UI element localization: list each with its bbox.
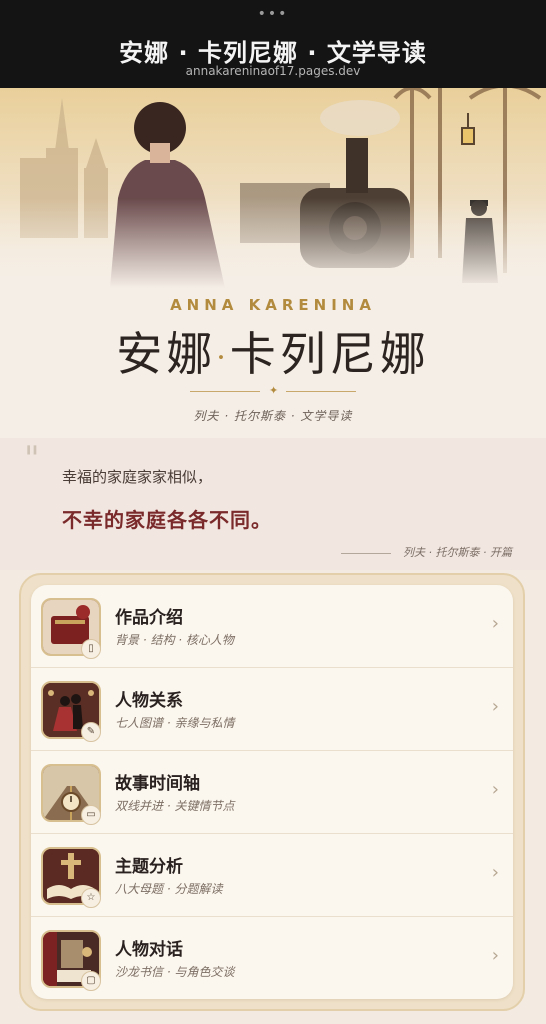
menu-badge-icon: ✎: [81, 722, 101, 742]
title-dot: ·: [216, 340, 230, 376]
menu-item-subtitle: 双线并进 · 关键情节点: [115, 799, 235, 813]
menu-badge-icon: ☆: [81, 888, 101, 908]
hero-illustration: [0, 88, 546, 288]
quote-line-1: 幸福的家庭家家相似，: [62, 468, 213, 486]
menu-item-title: 主题分析: [115, 857, 183, 877]
menu-badge-icon: ▢: [81, 971, 101, 991]
title-part1: 安娜: [116, 327, 217, 381]
page-url[interactable]: annakareninaof17.pages.dev: [0, 64, 546, 78]
star-icon: ✦: [269, 384, 279, 397]
quote-source: 列夫 · 托尔斯泰 · 开篇: [341, 544, 512, 560]
menu-item-timeline[interactable]: ▭ 故事时间轴 双线并进 · 关键情节点 ›: [31, 751, 513, 834]
menu-list: ▯ 作品介绍 背景 · 结构 · 核心人物 › ✎ 人物关系 七人图谱 · 亲缘…: [31, 585, 513, 999]
menu-item-dialogue[interactable]: ▢ 人物对话 沙龙书信 · 与角色交谈 ›: [31, 917, 513, 999]
menu-item-title: 人物对话: [115, 940, 183, 960]
menu-item-title: 作品介绍: [115, 608, 183, 628]
title-block: ANNA KARENINA 安娜·卡列尼娜 ✦ 列夫 · 托尔斯泰 · 文学导读: [0, 288, 546, 438]
menu-badge-icon: ▭: [81, 805, 101, 825]
menu-item-title: 人物关系: [115, 691, 183, 711]
menu-item-themes[interactable]: ☆ 主题分析 八大母题 · 分题解读 ›: [31, 834, 513, 917]
quote-line-2: 不幸的家庭各各不同。: [62, 508, 272, 532]
menu-item-subtitle: 沙龙书信 · 与角色交谈: [115, 965, 235, 979]
book-title: 安娜·卡列尼娜: [0, 318, 546, 384]
chevron-right-icon: ›: [491, 945, 499, 966]
title-divider: ✦: [190, 384, 356, 397]
english-title: ANNA KARENINA: [170, 296, 376, 314]
menu-item-introduction[interactable]: ▯ 作品介绍 背景 · 结构 · 核心人物 ›: [31, 585, 513, 668]
chevron-right-icon: ›: [491, 613, 499, 634]
menu-card: ▯ 作品介绍 背景 · 结构 · 核心人物 › ✎ 人物关系 七人图谱 · 亲缘…: [19, 573, 525, 1011]
menu-badge-icon: ▯: [81, 639, 101, 659]
author-subtitle: 列夫 · 托尔斯泰 · 文学导读: [193, 409, 353, 423]
opening-quote: " 幸福的家庭家家相似， 不幸的家庭各各不同。 列夫 · 托尔斯泰 · 开篇: [0, 438, 546, 570]
menu-item-relationships[interactable]: ✎ 人物关系 七人图谱 · 亲缘与私情 ›: [31, 668, 513, 751]
quote-mark-icon: ": [24, 439, 40, 479]
chevron-right-icon: ›: [491, 779, 499, 800]
menu-item-title: 故事时间轴: [115, 774, 200, 794]
page-title: 安娜 · 卡列尼娜 · 文学导读: [119, 39, 427, 67]
menu-item-subtitle: 七人图谱 · 亲缘与私情: [115, 716, 235, 730]
menu-item-subtitle: 背景 · 结构 · 核心人物: [115, 633, 234, 647]
chevron-right-icon: ›: [491, 862, 499, 883]
title-part2: 卡列尼娜: [229, 327, 430, 381]
chevron-right-icon: ›: [491, 696, 499, 717]
browser-top-bar: ••• 安娜 · 卡列尼娜 · 文学导读 annakareninaof17.pa…: [0, 0, 546, 88]
more-menu-icon[interactable]: •••: [0, 6, 546, 22]
menu-item-subtitle: 八大母题 · 分题解读: [115, 882, 223, 896]
